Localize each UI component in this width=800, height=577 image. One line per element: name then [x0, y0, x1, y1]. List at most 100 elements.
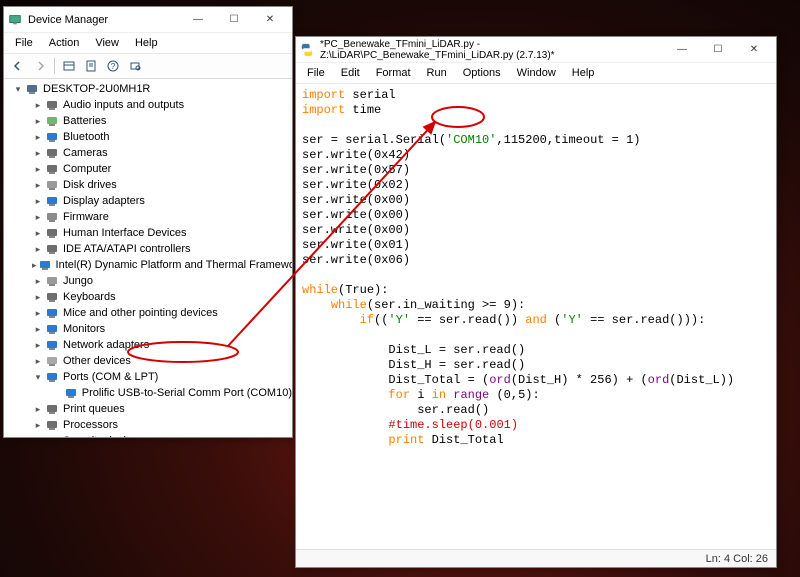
- code-editor[interactable]: import serial import time ser = serial.S…: [296, 84, 776, 549]
- properties-button[interactable]: [81, 56, 101, 76]
- tree-category[interactable]: ▸Monitors: [8, 321, 292, 337]
- show-hidden-button[interactable]: [59, 56, 79, 76]
- idle-titlebar[interactable]: *PC_Benewake_TFmini_LiDAR.py - Z:\LiDAR\…: [296, 37, 776, 63]
- menu-view[interactable]: View: [88, 35, 126, 51]
- tree-category[interactable]: ▸Bluetooth: [8, 129, 292, 145]
- close-button[interactable]: ✕: [736, 38, 772, 62]
- devmgr-app-icon: [8, 13, 22, 27]
- menu-file[interactable]: File: [8, 35, 40, 51]
- keyboard-icon: [45, 290, 59, 304]
- firmware-icon: [45, 210, 59, 224]
- tree-category[interactable]: ▸Mice and other pointing devices: [8, 305, 292, 321]
- mouse-icon: [45, 306, 59, 320]
- tree-category[interactable]: ▸Other devices: [8, 353, 292, 369]
- idle-statusbar: Ln: 4 Col: 26: [296, 549, 776, 567]
- tree-category[interactable]: ▸Print queues: [8, 401, 292, 417]
- tree-category[interactable]: ▸IDE ATA/ATAPI controllers: [8, 241, 292, 257]
- minimize-button[interactable]: —: [180, 8, 216, 32]
- port-icon: [64, 386, 78, 400]
- devmgr-title: Device Manager: [28, 14, 180, 26]
- scan-button[interactable]: [125, 56, 145, 76]
- menu-action[interactable]: Action: [42, 35, 87, 51]
- tree-category-label: IDE ATA/ATAPI controllers: [63, 243, 191, 255]
- tree-device[interactable]: Prolific USB-to-Serial Comm Port (COM10): [8, 385, 292, 401]
- tree-category[interactable]: ▸Security devices: [8, 433, 292, 437]
- device-manager-window: Device Manager — ☐ ✕ FileActionViewHelp …: [3, 6, 293, 438]
- tree-category-label: Processors: [63, 419, 118, 431]
- idle-menubar: FileEditFormatRunOptionsWindowHelp: [296, 63, 776, 84]
- tree-category[interactable]: ▸Jungo: [8, 273, 292, 289]
- disk-icon: [45, 178, 59, 192]
- tree-category-label: Mice and other pointing devices: [63, 307, 218, 319]
- maximize-button[interactable]: ☐: [700, 38, 736, 62]
- tree-category[interactable]: ▸Batteries: [8, 113, 292, 129]
- tree-category[interactable]: ▸Computer: [8, 161, 292, 177]
- menu-run[interactable]: Run: [420, 65, 454, 81]
- menu-window[interactable]: Window: [510, 65, 563, 81]
- forward-button[interactable]: [30, 56, 50, 76]
- tree-category-label: Bluetooth: [63, 131, 109, 143]
- tree-category[interactable]: ▸Network adapters: [8, 337, 292, 353]
- tree-category[interactable]: ▸Audio inputs and outputs: [8, 97, 292, 113]
- menu-options[interactable]: Options: [456, 65, 508, 81]
- tree-category-label: Keyboards: [63, 291, 116, 303]
- help-button[interactable]: ?: [103, 56, 123, 76]
- tree-root-label: DESKTOP-2U0MH1R: [43, 83, 150, 95]
- computer-icon: [45, 162, 59, 176]
- idle-editor-window: *PC_Benewake_TFmini_LiDAR.py - Z:\LiDAR\…: [295, 36, 777, 568]
- menu-file[interactable]: File: [300, 65, 332, 81]
- tree-category[interactable]: ▸Display adapters: [8, 193, 292, 209]
- devmgr-titlebar[interactable]: Device Manager — ☐ ✕: [4, 7, 292, 33]
- other-icon: [45, 354, 59, 368]
- tree-category-label: Batteries: [63, 115, 106, 127]
- menu-help[interactable]: Help: [565, 65, 602, 81]
- tree-category-label: Security devices: [63, 435, 143, 437]
- security-icon: [45, 434, 59, 437]
- intel-icon: [38, 258, 52, 272]
- computer-icon: [25, 82, 39, 96]
- print-icon: [45, 402, 59, 416]
- svg-text:?: ?: [111, 62, 116, 71]
- tree-category-label: Intel(R) Dynamic Platform and Thermal Fr…: [56, 259, 292, 271]
- minimize-button[interactable]: —: [664, 38, 700, 62]
- tree-category-label: Other devices: [63, 355, 131, 367]
- tree-device-label: Prolific USB-to-Serial Comm Port (COM10): [82, 387, 292, 399]
- tree-category[interactable]: ▸Keyboards: [8, 289, 292, 305]
- tree-category-label: Network adapters: [63, 339, 149, 351]
- tree-category[interactable]: ▾Ports (COM & LPT): [8, 369, 292, 385]
- back-button[interactable]: [8, 56, 28, 76]
- tree-category-label: Ports (COM & LPT): [63, 371, 158, 383]
- port-icon: [45, 370, 59, 384]
- maximize-button[interactable]: ☐: [216, 8, 252, 32]
- devmgr-tree[interactable]: ▾DESKTOP-2U0MH1R▸Audio inputs and output…: [4, 79, 292, 437]
- tree-category[interactable]: ▸Disk drives: [8, 177, 292, 193]
- devmgr-toolbar: ?: [4, 54, 292, 79]
- tree-root[interactable]: ▾DESKTOP-2U0MH1R: [8, 81, 292, 97]
- tree-category-label: Human Interface Devices: [63, 227, 187, 239]
- menu-edit[interactable]: Edit: [334, 65, 367, 81]
- camera-icon: [45, 146, 59, 160]
- monitor-icon: [45, 322, 59, 336]
- tree-category-label: Computer: [63, 163, 111, 175]
- tree-category[interactable]: ▸Cameras: [8, 145, 292, 161]
- cpu-icon: [45, 418, 59, 432]
- tree-category[interactable]: ▸Firmware: [8, 209, 292, 225]
- display-icon: [45, 194, 59, 208]
- tree-category-label: Firmware: [63, 211, 109, 223]
- close-button[interactable]: ✕: [252, 8, 288, 32]
- tree-category-label: Audio inputs and outputs: [63, 99, 184, 111]
- tree-category[interactable]: ▸Intel(R) Dynamic Platform and Thermal F…: [8, 257, 292, 273]
- menu-help[interactable]: Help: [128, 35, 165, 51]
- python-icon: [300, 43, 314, 57]
- battery-icon: [45, 114, 59, 128]
- tree-category[interactable]: ▸Processors: [8, 417, 292, 433]
- jungo-icon: [45, 274, 59, 288]
- cursor-position: Ln: 4 Col: 26: [706, 553, 768, 565]
- tree-category-label: Monitors: [63, 323, 105, 335]
- menu-format[interactable]: Format: [369, 65, 418, 81]
- ide-icon: [45, 242, 59, 256]
- hid-icon: [45, 226, 59, 240]
- tree-category[interactable]: ▸Human Interface Devices: [8, 225, 292, 241]
- audio-icon: [45, 98, 59, 112]
- tree-category-label: Print queues: [63, 403, 125, 415]
